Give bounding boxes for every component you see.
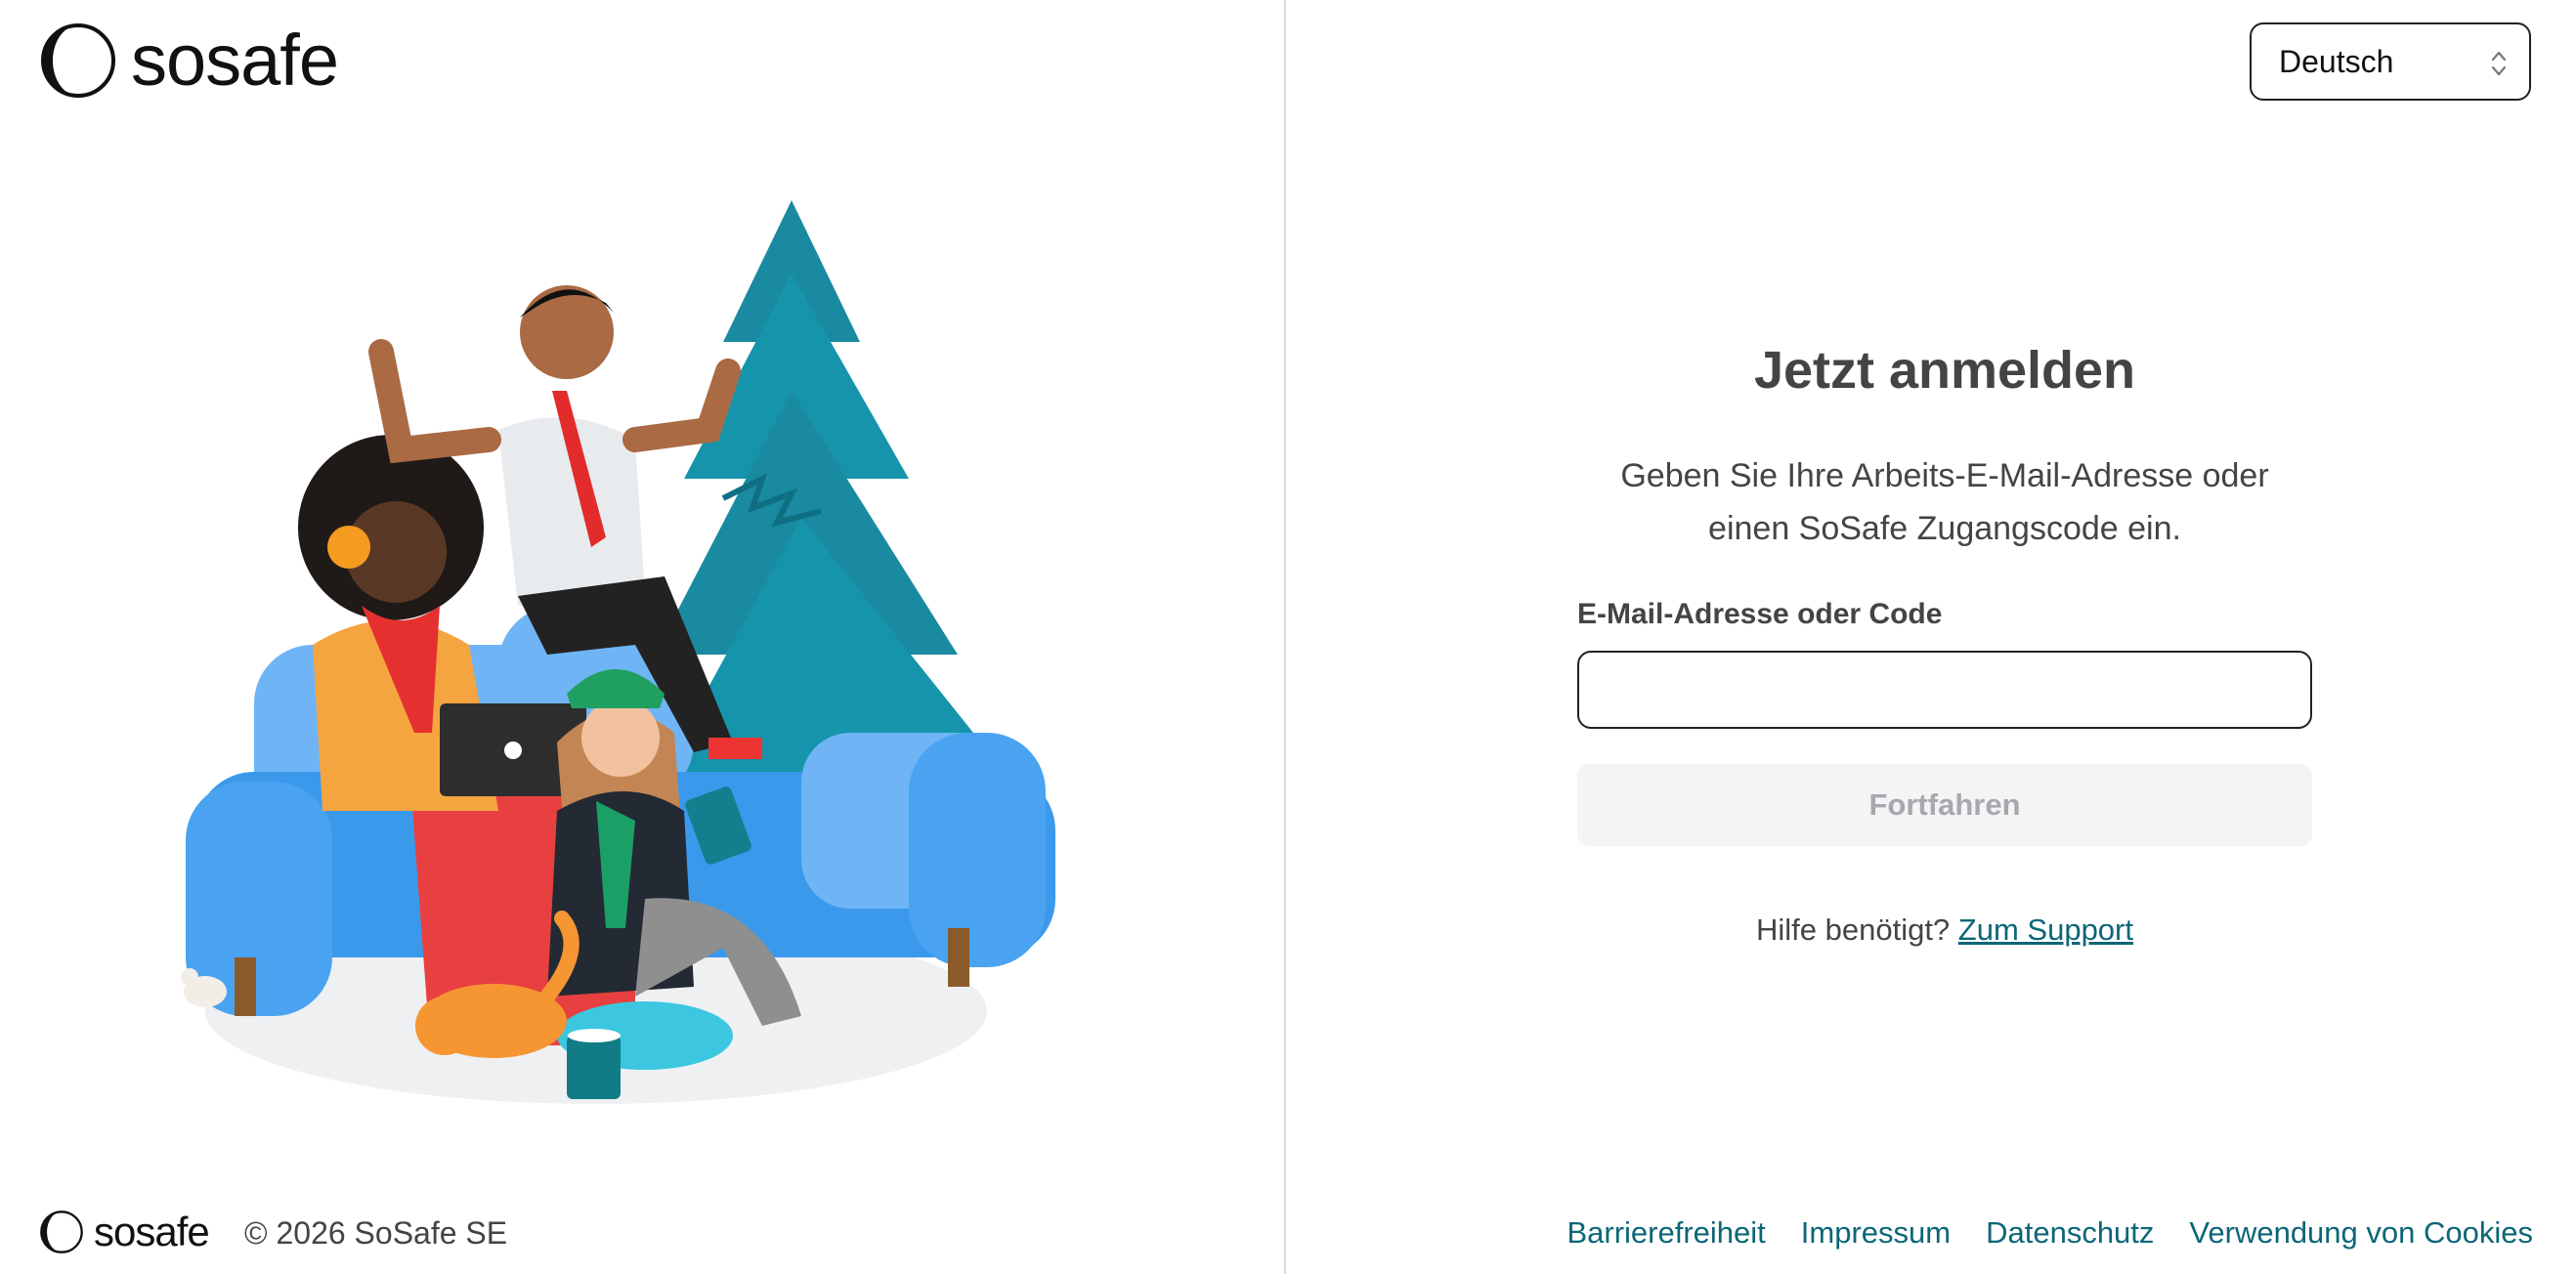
help-text: Hilfe benötigt? bbox=[1755, 913, 1951, 947]
login-description-line1: Geben Sie Ihre Arbeits-E-Mail-Adresse od… bbox=[1620, 457, 2269, 494]
footer-logo: sosafe bbox=[39, 1208, 210, 1256]
support-link[interactable]: Zum Support bbox=[1958, 913, 2133, 947]
brand-logo[interactable]: sosafe bbox=[39, 20, 339, 102]
footer-link-cookies[interactable]: Verwendung von Cookies bbox=[2189, 1215, 2533, 1251]
sosafe-logo-icon bbox=[40, 1210, 83, 1253]
brand-name: sosafe bbox=[131, 20, 339, 101]
email-field-label: E-Mail-Adresse oder Code bbox=[1577, 598, 1943, 630]
email-or-code-input[interactable] bbox=[1577, 651, 2312, 729]
mug-icon bbox=[567, 1029, 621, 1099]
footer-link-imprint[interactable]: Impressum bbox=[1801, 1215, 1951, 1251]
login-form: Jetzt anmelden Geben Sie Ihre Arbeits-E-… bbox=[1577, 332, 2312, 948]
footer-links: Barrierefreiheit Impressum Datenschutz V… bbox=[1567, 1215, 2533, 1251]
language-select-value: Deutsch bbox=[2279, 43, 2394, 79]
footer-link-privacy[interactable]: Datenschutz bbox=[1986, 1215, 2154, 1251]
login-description: Geben Sie Ihre Arbeits-E-Mail-Adresse od… bbox=[1577, 449, 2312, 555]
login-description-line2: einen SoSafe Zugangscode ein. bbox=[1708, 510, 2181, 547]
copyright-text: © 2026 SoSafe SE bbox=[244, 1215, 508, 1251]
help-row: Hilfe benötigt? Zum Support bbox=[1577, 913, 2312, 948]
footer-link-accessibility[interactable]: Barrierefreiheit bbox=[1567, 1215, 1765, 1251]
continue-button[interactable]: Fortfahren bbox=[1577, 764, 2312, 846]
sosafe-logo-icon bbox=[41, 23, 115, 98]
holiday-illustration bbox=[181, 200, 1055, 1104]
illustration-panel: sosafe sosafe © 2026 SoSafe SE bbox=[0, 0, 1286, 1274]
page-title: Jetzt anmelden bbox=[1753, 341, 2136, 400]
chevron-up-down-icon bbox=[2491, 51, 2507, 76]
footer-brand-name: sosafe bbox=[94, 1209, 210, 1254]
language-select[interactable]: Deutsch bbox=[2250, 22, 2531, 101]
